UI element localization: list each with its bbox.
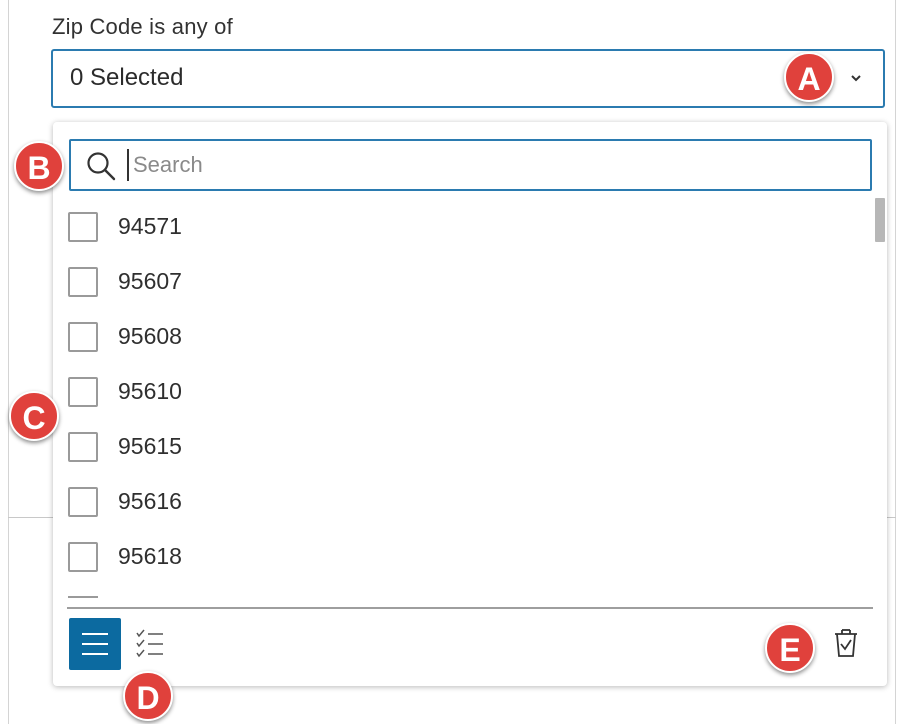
- list-item[interactable]: 95610: [68, 363, 848, 413]
- chevron-down-icon: [851, 75, 861, 82]
- zip-code-option-label: 94571: [118, 213, 182, 239]
- scrollbar-track[interactable]: [873, 198, 887, 602]
- list-item[interactable]: 94571: [68, 198, 848, 248]
- list-footer-divider: [67, 607, 873, 609]
- callout-c: C: [9, 391, 59, 441]
- scrollbar-thumb[interactable]: [875, 198, 885, 242]
- zip-code-dropdown: 94571 95607 95608 95610 95615 95616 95618: [53, 122, 887, 686]
- panel-border-right: [895, 0, 896, 724]
- zip-code-option-label: 95607: [118, 268, 182, 294]
- zip-code-list: 94571 95607 95608 95610 95615 95616 95618: [53, 198, 887, 606]
- zip-code-option-label: 95616: [118, 488, 182, 514]
- checkbox[interactable]: [68, 542, 98, 572]
- search-field[interactable]: [69, 139, 872, 191]
- selected-count: 0 Selected: [70, 64, 184, 91]
- search-input[interactable]: [127, 149, 853, 181]
- zip-code-option-label: 95618: [118, 543, 182, 569]
- zip-code-option-label: 95608: [118, 323, 182, 349]
- zip-code-option-label: 95610: [118, 378, 182, 404]
- callout-e: E: [765, 623, 815, 673]
- callout-d: D: [123, 671, 173, 721]
- checkbox[interactable]: [68, 377, 98, 407]
- callout-a: A: [784, 52, 834, 102]
- show-selected-button[interactable]: [123, 618, 175, 670]
- clear-selection-button[interactable]: [820, 618, 872, 670]
- checkbox[interactable]: [68, 487, 98, 517]
- checkbox[interactable]: [68, 432, 98, 462]
- show-all-button[interactable]: [69, 618, 121, 670]
- callout-b: B: [14, 141, 64, 191]
- list-icon: [82, 633, 108, 655]
- zip-code-select[interactable]: 0 Selected: [51, 49, 885, 108]
- search-icon: [87, 152, 116, 181]
- list-item[interactable]: 95608: [68, 308, 848, 358]
- checkbox[interactable]: [68, 267, 98, 297]
- filter-label: Zip Code is any of: [52, 14, 233, 39]
- clear-selection-icon: [835, 629, 857, 657]
- checklist-icon: [136, 629, 163, 658]
- list-item[interactable]: 95607: [68, 253, 848, 303]
- checkbox[interactable]: [68, 212, 98, 242]
- list-item[interactable]: 95616: [68, 473, 848, 523]
- panel-divider-right: [886, 517, 896, 518]
- list-item[interactable]: 95615: [68, 418, 848, 468]
- list-item[interactable]: 95618: [68, 528, 848, 578]
- checkbox[interactable]: [68, 322, 98, 352]
- panel-divider: [8, 517, 54, 518]
- panel-border-left: [8, 0, 9, 724]
- zip-code-option-label: 95615: [118, 433, 182, 459]
- filter-panel: Zip Code is any of 0 Selected 94571 95607…: [0, 0, 899, 724]
